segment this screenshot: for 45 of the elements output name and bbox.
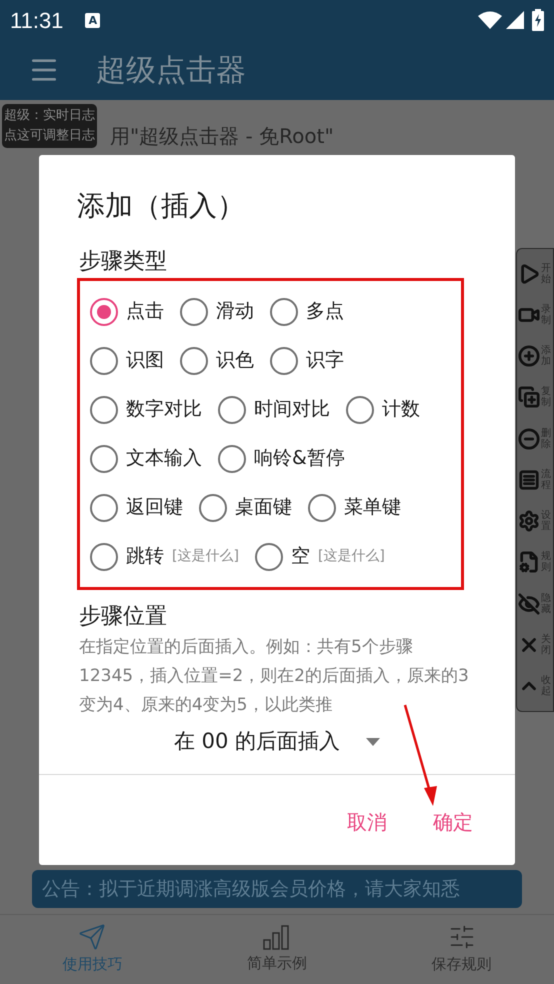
settings-icon	[518, 510, 540, 532]
copy-plus-icon	[518, 386, 540, 408]
radio-option[interactable]: 点击	[90, 297, 164, 326]
minus-circle-icon	[518, 428, 540, 450]
list-icon	[518, 468, 540, 491]
log-tooltip[interactable]: 超级：实时日志 点这可调整日志	[2, 104, 97, 148]
radio-option[interactable]: 桌面键	[199, 493, 292, 522]
dropdown-caret-icon	[366, 738, 380, 746]
notification-icon: A	[85, 12, 100, 28]
welcome-text: 用"超级点击器 - 免Root"	[110, 123, 334, 150]
radio-option[interactable]: 空 [这是什么]	[254, 542, 385, 571]
signal-icon	[506, 11, 524, 29]
app-title: 超级点击器	[96, 52, 246, 90]
radio-option[interactable]: 时间对比	[218, 395, 330, 424]
announcement-bar: 公告：拟于近期调涨高级版会员价格，请大家知悉	[32, 870, 522, 908]
radio-option[interactable]: 识图	[90, 346, 164, 375]
dialog-button[interactable]: 取消	[335, 802, 399, 840]
paper-plane-icon	[78, 923, 106, 952]
radio-option[interactable]: 跳转 [这是什么]	[90, 542, 239, 571]
radio-option[interactable]: 返回键	[90, 493, 183, 522]
radio-option[interactable]: 滑动	[180, 297, 254, 326]
radio-option[interactable]: 菜单键	[308, 493, 401, 522]
radio-option[interactable]: 响铃&暂停	[218, 444, 345, 473]
tooltip-line: 超级：实时日志	[4, 107, 95, 125]
section-label: 步骤位置	[79, 603, 168, 631]
radio-option[interactable]: 识色	[180, 346, 254, 375]
radio-option[interactable]: 计数	[346, 395, 420, 424]
play-icon	[518, 262, 540, 285]
eye-off-icon	[518, 592, 540, 615]
tooltip-line: 点这可调整日志	[4, 127, 95, 145]
radio-option[interactable]: 识字	[270, 346, 344, 375]
description-text: 在指定位置的后面插入。例如：共有5个步骤12345，插入位置=2，则在2的后面插入，原来的3变为4、原来的4变为5，以此类推	[79, 636, 470, 717]
radio-option[interactable]: 数字对比	[90, 395, 202, 424]
position-dropdown[interactable]: 在 00 的后面插入	[174, 726, 380, 758]
status-time: 11:31	[10, 6, 64, 34]
dialog-button[interactable]: 确定	[421, 802, 485, 840]
wifi-icon	[478, 11, 502, 29]
radio-option[interactable]: 文本输入	[90, 444, 202, 473]
radio-option[interactable]: 多点	[270, 297, 344, 326]
dialog-title: 添加（插入）	[77, 188, 246, 224]
battery-icon	[532, 9, 544, 31]
plus-circle-icon	[518, 345, 540, 368]
gear-document-icon	[518, 551, 540, 574]
section-label: 步骤类型	[79, 248, 168, 276]
bar-chart-icon	[262, 924, 292, 950]
